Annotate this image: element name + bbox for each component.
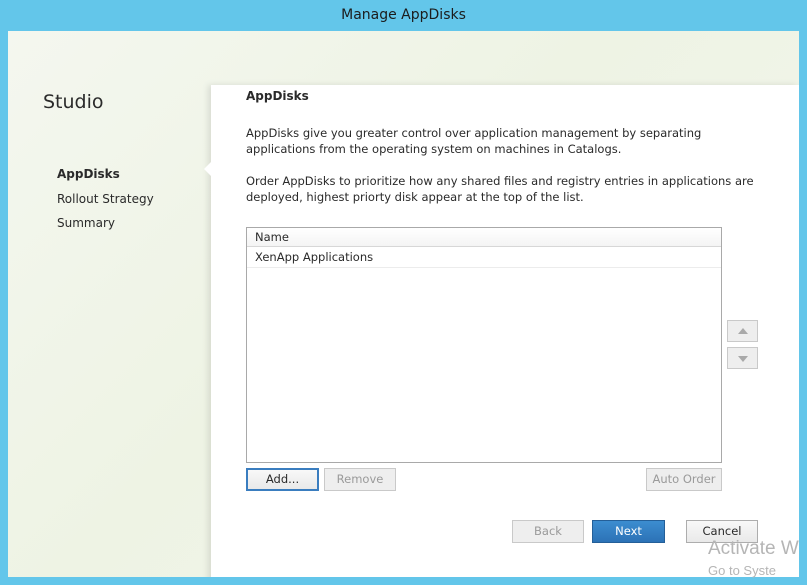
- sidebar-title: Studio: [43, 91, 104, 113]
- wizard-client-area: Studio AppDisks Rollout Strategy Summary…: [8, 31, 799, 577]
- window-title: Manage AppDisks: [341, 7, 466, 23]
- sidebar-item-summary[interactable]: Summary: [57, 216, 115, 230]
- description-paragraph-2: Order AppDisks to prioritize how any sha…: [246, 174, 754, 204]
- description-paragraph-1: AppDisks give you greater control over a…: [246, 126, 702, 156]
- active-step-pointer: [204, 162, 211, 176]
- column-header-name[interactable]: Name: [247, 228, 721, 247]
- sidebar-item-appdisks[interactable]: AppDisks: [57, 167, 120, 181]
- page-title: AppDisks: [246, 89, 309, 103]
- list-item[interactable]: XenApp Applications: [247, 247, 721, 268]
- move-up-button[interactable]: [727, 320, 758, 342]
- manage-appdisks-window: Manage AppDisks Studio AppDisks Rollout …: [0, 0, 807, 585]
- next-button[interactable]: Next: [592, 520, 665, 543]
- triangle-down-icon: [738, 356, 748, 362]
- activation-watermark-line-2: Go to Syste: [708, 563, 776, 578]
- wizard-sidebar: Studio AppDisks Rollout Strategy Summary: [8, 31, 211, 577]
- title-bar[interactable]: Manage AppDisks: [0, 0, 807, 31]
- triangle-up-icon: [738, 328, 748, 334]
- activation-watermark-line-1: Activate W: [708, 538, 799, 559]
- content-panel: AppDisks AppDisks give you greater contr…: [204, 85, 799, 577]
- appdisks-list[interactable]: Name XenApp Applications: [246, 227, 722, 463]
- move-down-button[interactable]: [727, 347, 758, 369]
- sidebar-item-rollout-strategy[interactable]: Rollout Strategy: [57, 192, 154, 206]
- back-button[interactable]: Back: [512, 520, 584, 543]
- auto-order-button[interactable]: Auto Order: [646, 468, 722, 491]
- add-button[interactable]: Add...: [246, 468, 319, 491]
- remove-button[interactable]: Remove: [324, 468, 396, 491]
